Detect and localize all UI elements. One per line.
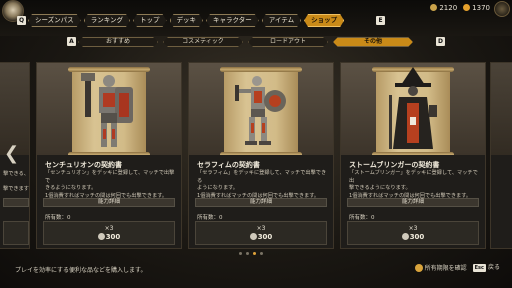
nav-left-key[interactable]: Q	[17, 16, 26, 25]
settings-icon[interactable]	[494, 1, 510, 17]
confirm-expiry-label: 所有期限を確認	[424, 264, 467, 272]
subtab-loadout[interactable]: ロードアウト	[248, 37, 328, 47]
crest-coin-icon	[430, 4, 438, 11]
card-description: 「セラフィム」をデッキに登録して、マッチで出撃できる ようになります。 1個消費…	[197, 170, 327, 200]
price-value: 300	[257, 233, 273, 241]
tab-season-pass[interactable]: シーズンパス	[28, 14, 81, 27]
card-title: ストームブリンガーの契約書	[349, 161, 440, 169]
owned-count: 所有数：0	[349, 215, 375, 221]
item-card-centurion[interactable]: センチュリオンの契約書 「センチュリオン」をデッキに登録して、マッチで出撃で き…	[36, 62, 182, 249]
card-art	[189, 63, 333, 155]
tab-top[interactable]: トップ	[133, 14, 167, 27]
card-art	[37, 63, 181, 155]
footer-actions: 所有期限を確認 Esc 戻る	[414, 262, 500, 272]
seraphim-figure-icon	[235, 76, 286, 145]
primary-currency-amount: 2120	[439, 4, 458, 12]
chevron-left-icon[interactable]: ❮	[4, 145, 19, 163]
card-title: センチュリオンの契約書	[45, 161, 122, 169]
card-description: 「センチュリオン」をデッキに登録して、マッチで出撃で きるようになります。 1個…	[45, 170, 175, 200]
page-dot[interactable]	[246, 252, 249, 255]
purchase-quantity: ×3	[256, 225, 266, 232]
sub-nav-tabs: おすすめ コスメティック ロードアウト その他	[78, 37, 413, 47]
page-dot[interactable]	[260, 252, 263, 255]
price-value: 300	[105, 233, 121, 241]
tab-item[interactable]: アイテム	[262, 14, 301, 27]
desc-line-1: 「ストームブリンガー」をデッキに登録して、マッチで出	[349, 170, 478, 184]
secondary-currency-amount: 1370	[472, 4, 490, 12]
purchase-quantity: ×3	[408, 225, 418, 232]
partial-buy-box[interactable]	[3, 221, 29, 245]
partial-desc: 、マッチで出撃できる	[3, 171, 29, 177]
tab-shop[interactable]: ショップ	[304, 14, 344, 27]
purchase-price: 300	[348, 233, 478, 241]
secondary-currency: 1370	[463, 4, 490, 12]
item-card-seraphim[interactable]: セラフィムの契約書 「セラフィム」をデッキに登録して、マッチで出撃できる ように…	[188, 62, 334, 249]
tab-character[interactable]: キャラクター	[206, 14, 259, 27]
esc-key-icon: Esc	[472, 264, 486, 272]
back-action[interactable]: Esc 戻る	[472, 262, 500, 272]
ability-detail-button[interactable]: 能力詳細	[347, 198, 479, 207]
desc-line-1: 「セラフィム」をデッキに登録して、マッチで出撃できる	[197, 170, 327, 184]
subtab-cosmetic[interactable]: コスメティック	[163, 37, 243, 47]
subnav-left-key[interactable]: A	[67, 37, 76, 46]
pagination-dots	[239, 252, 263, 255]
back-label: 戻る	[487, 264, 500, 271]
owned-count: 所有数：0	[197, 215, 223, 221]
gold-coin-icon	[463, 4, 471, 11]
subtab-recommended[interactable]: おすすめ	[78, 37, 158, 47]
currency-icon	[401, 233, 409, 240]
ability-detail-button[interactable]: 能力詳細	[195, 198, 327, 207]
card-art	[0, 63, 29, 155]
page-dot[interactable]	[239, 252, 242, 255]
currency-icon	[97, 233, 105, 240]
item-card-stormbringer[interactable]: ストームブリンガーの契約書 「ストームブリンガー」をデッキに登録して、マッチで出…	[340, 62, 486, 249]
footer-hint: プレイを効率にする便利な品などを購入します。	[15, 267, 147, 274]
desc-line-2: 撃できるようになります。	[349, 185, 411, 191]
main-nav-tabs: シーズンパス ランキング トップ デッキ キャラクター アイテム ショップ	[28, 14, 344, 27]
confirm-expiry-action[interactable]: 所有期限を確認	[414, 263, 467, 272]
tab-ranking[interactable]: ランキング	[84, 14, 130, 27]
tab-deck[interactable]: デッキ	[170, 14, 204, 27]
primary-currency: 2120	[430, 4, 457, 12]
card-art	[341, 63, 485, 155]
controller-button-icon	[414, 263, 423, 272]
desc-line-2: ようになります。	[197, 185, 238, 191]
page-dot-active[interactable]	[253, 252, 256, 255]
subtab-other[interactable]: その他	[333, 37, 413, 47]
card-description: 「ストームブリンガー」をデッキに登録して、マッチで出 撃できるようになります。 …	[349, 170, 479, 200]
nav-right-key[interactable]: E	[376, 16, 385, 25]
subnav-right-key[interactable]: D	[436, 37, 445, 46]
desc-line-2: きるようになります。	[45, 185, 97, 191]
purchase-price: 300	[196, 233, 326, 241]
price-value: 300	[409, 233, 425, 241]
desc-line-1: 「センチュリオン」をデッキに登録して、マッチで出撃で	[45, 170, 175, 184]
purchase-button[interactable]: ×3 300	[43, 221, 175, 245]
top-nav-bar: Q シーズンパス ランキング トップ デッキ キャラクター アイテム ショップ …	[0, 0, 512, 36]
card-art	[491, 63, 512, 155]
purchase-button[interactable]: ×3 300	[195, 221, 327, 245]
stormbringer-figure-icon	[389, 67, 437, 149]
centurion-figure-icon	[81, 73, 133, 147]
ability-detail-button[interactable]: 能力詳細	[43, 198, 175, 207]
currency-icon	[249, 233, 257, 240]
currency-display: 2120 1370	[430, 4, 490, 12]
partial-item-card-right[interactable]	[490, 62, 512, 249]
purchase-price: 300	[44, 233, 174, 241]
partial-desc-2: 撃できます。	[3, 186, 29, 192]
card-title: セラフィムの契約書	[197, 161, 260, 169]
owned-count: 所有数：0	[45, 215, 71, 221]
partial-detail-button[interactable]	[3, 198, 29, 207]
purchase-quantity: ×3	[104, 225, 114, 232]
purchase-button[interactable]: ×3 300	[347, 221, 479, 245]
